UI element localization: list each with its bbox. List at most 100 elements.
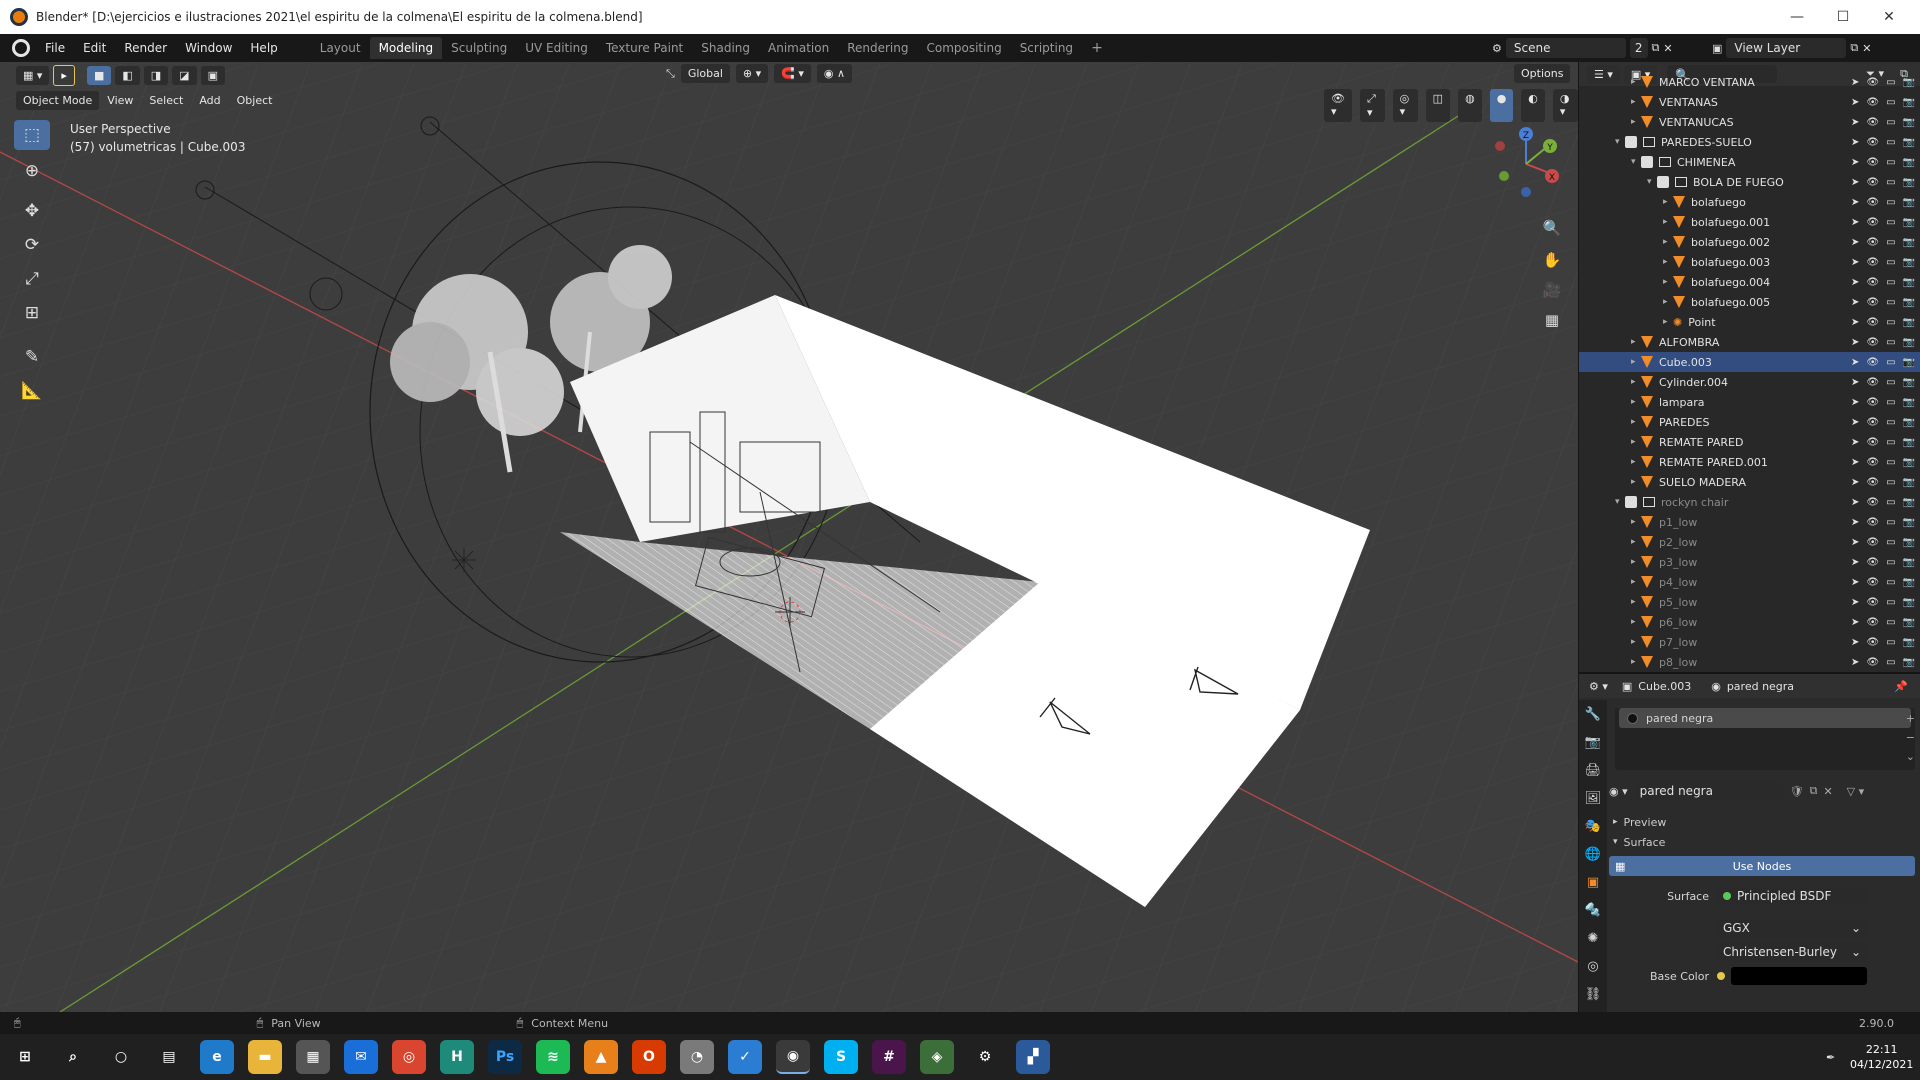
- menu-object[interactable]: Object: [229, 94, 281, 107]
- expand-arrow-icon[interactable]: ▸: [1631, 457, 1641, 467]
- viewport-icon[interactable]: ▭: [1886, 497, 1895, 508]
- eye-icon[interactable]: 👁: [1866, 577, 1879, 588]
- duplicate-material-icon[interactable]: ⧉: [1810, 784, 1818, 798]
- render-icon[interactable]: 📷: [1903, 657, 1915, 668]
- eye-icon[interactable]: 👁: [1866, 537, 1879, 548]
- selectable-icon[interactable]: ➤: [1851, 557, 1859, 568]
- selectable-icon[interactable]: ➤: [1851, 137, 1859, 148]
- outliner-row[interactable]: ▾ CHIMENEA ➤ 👁 ▭ 📷: [1579, 152, 1920, 172]
- collection-checkbox[interactable]: [1625, 136, 1637, 148]
- render-icon[interactable]: 📷: [1903, 137, 1915, 148]
- selectable-icon[interactable]: ➤: [1851, 357, 1859, 368]
- eye-icon[interactable]: 👁: [1866, 337, 1879, 348]
- eye-icon[interactable]: 👁: [1866, 197, 1879, 208]
- pin-icon[interactable]: 📌: [1894, 680, 1908, 693]
- render-icon[interactable]: 📷: [1903, 317, 1915, 328]
- render-icon[interactable]: 📷: [1903, 177, 1915, 188]
- viewport-icon[interactable]: ▭: [1886, 237, 1895, 248]
- visibility-icon[interactable]: 👁 ▾: [1324, 89, 1352, 122]
- spotify-icon[interactable]: ≋: [536, 1040, 570, 1074]
- tab-uv-editing[interactable]: UV Editing: [516, 37, 597, 59]
- tab-modeling[interactable]: Modeling: [369, 37, 443, 59]
- viewport-icon[interactable]: ▭: [1886, 297, 1895, 308]
- tab-shading[interactable]: Shading: [692, 37, 759, 59]
- expand-arrow-icon[interactable]: ▸: [1663, 277, 1673, 287]
- app-icon[interactable]: ◔: [680, 1040, 714, 1074]
- viewport-icon[interactable]: ▭: [1886, 197, 1895, 208]
- outliner-row[interactable]: ▸ VENTANAS ➤ 👁 ▭ 📷: [1579, 92, 1920, 112]
- viewport-icon[interactable]: ▭: [1886, 597, 1895, 608]
- viewport-icon[interactable]: ▭: [1886, 557, 1895, 568]
- slack-icon[interactable]: #: [872, 1040, 906, 1074]
- eye-icon[interactable]: 👁: [1866, 217, 1879, 228]
- rotate-tool-icon[interactable]: ⟳: [14, 230, 50, 260]
- outliner-row[interactable]: ▸ bolafuego.005 ➤ 👁 ▭ 📷: [1579, 292, 1920, 312]
- eye-icon[interactable]: 👁: [1866, 397, 1879, 408]
- viewport-icon[interactable]: ▭: [1886, 137, 1895, 148]
- eye-icon[interactable]: 👁: [1866, 517, 1879, 528]
- menu-edit[interactable]: Edit: [74, 41, 115, 55]
- xray-icon[interactable]: ◫: [1425, 89, 1451, 122]
- selectable-icon[interactable]: ➤: [1851, 97, 1859, 108]
- expand-arrow-icon[interactable]: ▸: [1631, 117, 1641, 127]
- pan-hand-icon[interactable]: ✋: [1538, 246, 1566, 274]
- render-icon[interactable]: 📷: [1903, 357, 1915, 368]
- selectable-icon[interactable]: ➤: [1851, 377, 1859, 388]
- viewport-icon[interactable]: ▭: [1886, 257, 1895, 268]
- viewport-icon[interactable]: ▭: [1886, 117, 1895, 128]
- selectable-icon[interactable]: ➤: [1851, 397, 1859, 408]
- vlc-icon[interactable]: ▲: [584, 1040, 618, 1074]
- outliner-row[interactable]: ▸ bolafuego.004 ➤ 👁 ▭ 📷: [1579, 272, 1920, 292]
- remove-slot-icon[interactable]: −: [1906, 731, 1915, 744]
- browse-material-icon[interactable]: ◉ ▾: [1609, 785, 1628, 798]
- outliner-row[interactable]: ▸ p2_low ➤ 👁 ▭ 📷: [1579, 532, 1920, 552]
- snap-toggle-icon[interactable]: 🧲 ▾: [774, 64, 811, 83]
- viewport-icon[interactable]: ▭: [1886, 517, 1895, 528]
- expand-arrow-icon[interactable]: ▸: [1663, 297, 1673, 307]
- fake-user-icon[interactable]: 🛡: [1790, 785, 1804, 798]
- eye-icon[interactable]: 👁: [1866, 477, 1879, 488]
- windows-start-icon[interactable]: ⊞: [8, 1040, 42, 1074]
- outliner-row[interactable]: ▸ bolafuego ➤ 👁 ▭ 📷: [1579, 192, 1920, 212]
- viewport-icon[interactable]: ▭: [1886, 177, 1895, 188]
- selectable-icon[interactable]: ➤: [1851, 177, 1859, 188]
- zoom-icon[interactable]: 🔍: [1538, 214, 1566, 242]
- navigation-gizmo[interactable]: Z X Y: [1486, 124, 1566, 204]
- eye-icon[interactable]: 👁: [1866, 297, 1879, 308]
- selectable-icon[interactable]: ➤: [1851, 197, 1859, 208]
- link-type-icon[interactable]: ▽ ▾: [1847, 785, 1864, 798]
- outliner-row[interactable]: ▸ PAREDES ➤ 👁 ▭ 📷: [1579, 412, 1920, 432]
- render-icon[interactable]: 📷: [1903, 257, 1915, 268]
- render-icon[interactable]: 📷: [1903, 237, 1915, 248]
- scale-tool-icon[interactable]: ⤢: [14, 264, 50, 294]
- viewport-icon[interactable]: ▭: [1886, 337, 1895, 348]
- expand-arrow-icon[interactable]: ▸: [1631, 517, 1641, 527]
- expand-arrow-icon[interactable]: ▸: [1631, 557, 1641, 567]
- selectable-icon[interactable]: ➤: [1851, 337, 1859, 348]
- outliner-row[interactable]: ▸ p7_low ➤ 👁 ▭ 📷: [1579, 632, 1920, 652]
- selectable-icon[interactable]: ➤: [1851, 477, 1859, 488]
- expand-arrow-icon[interactable]: ▸: [1631, 377, 1641, 387]
- properties-editor-type-icon[interactable]: ⚙ ▾: [1589, 680, 1608, 693]
- close-button[interactable]: ✕: [1866, 0, 1912, 34]
- selection-mode-subtract-icon[interactable]: ◨: [143, 65, 169, 85]
- tab-compositing[interactable]: Compositing: [917, 37, 1010, 59]
- viewport-icon[interactable]: ▭: [1886, 437, 1895, 448]
- camera-view-icon[interactable]: 🎥: [1538, 276, 1566, 304]
- surface-panel-header[interactable]: ▾ Surface: [1609, 832, 1920, 852]
- eye-icon[interactable]: 👁: [1866, 257, 1879, 268]
- task-view-icon[interactable]: ▤: [152, 1040, 186, 1074]
- expand-arrow-icon[interactable]: ▸: [1631, 577, 1641, 587]
- photoshop-icon[interactable]: Ps: [488, 1040, 522, 1074]
- editor-type-button[interactable]: ▦ ▾: [16, 65, 50, 85]
- viewport-icon[interactable]: ▭: [1886, 77, 1895, 88]
- eye-icon[interactable]: 👁: [1866, 657, 1879, 668]
- outliner-row[interactable]: ▸ ✺ Point ➤ 👁 ▭ 📷: [1579, 312, 1920, 332]
- object-mode-dropdown[interactable]: Object Mode: [16, 90, 100, 110]
- render-icon[interactable]: 📷: [1903, 557, 1915, 568]
- expand-arrow-icon[interactable]: ▸: [1663, 237, 1673, 247]
- tab-scripting[interactable]: Scripting: [1011, 37, 1082, 59]
- rendered-shading-icon[interactable]: ◑ ▾: [1552, 89, 1578, 122]
- remove-view-layer-icon[interactable]: ✕: [1862, 42, 1871, 55]
- viewport-icon[interactable]: ▭: [1886, 537, 1895, 548]
